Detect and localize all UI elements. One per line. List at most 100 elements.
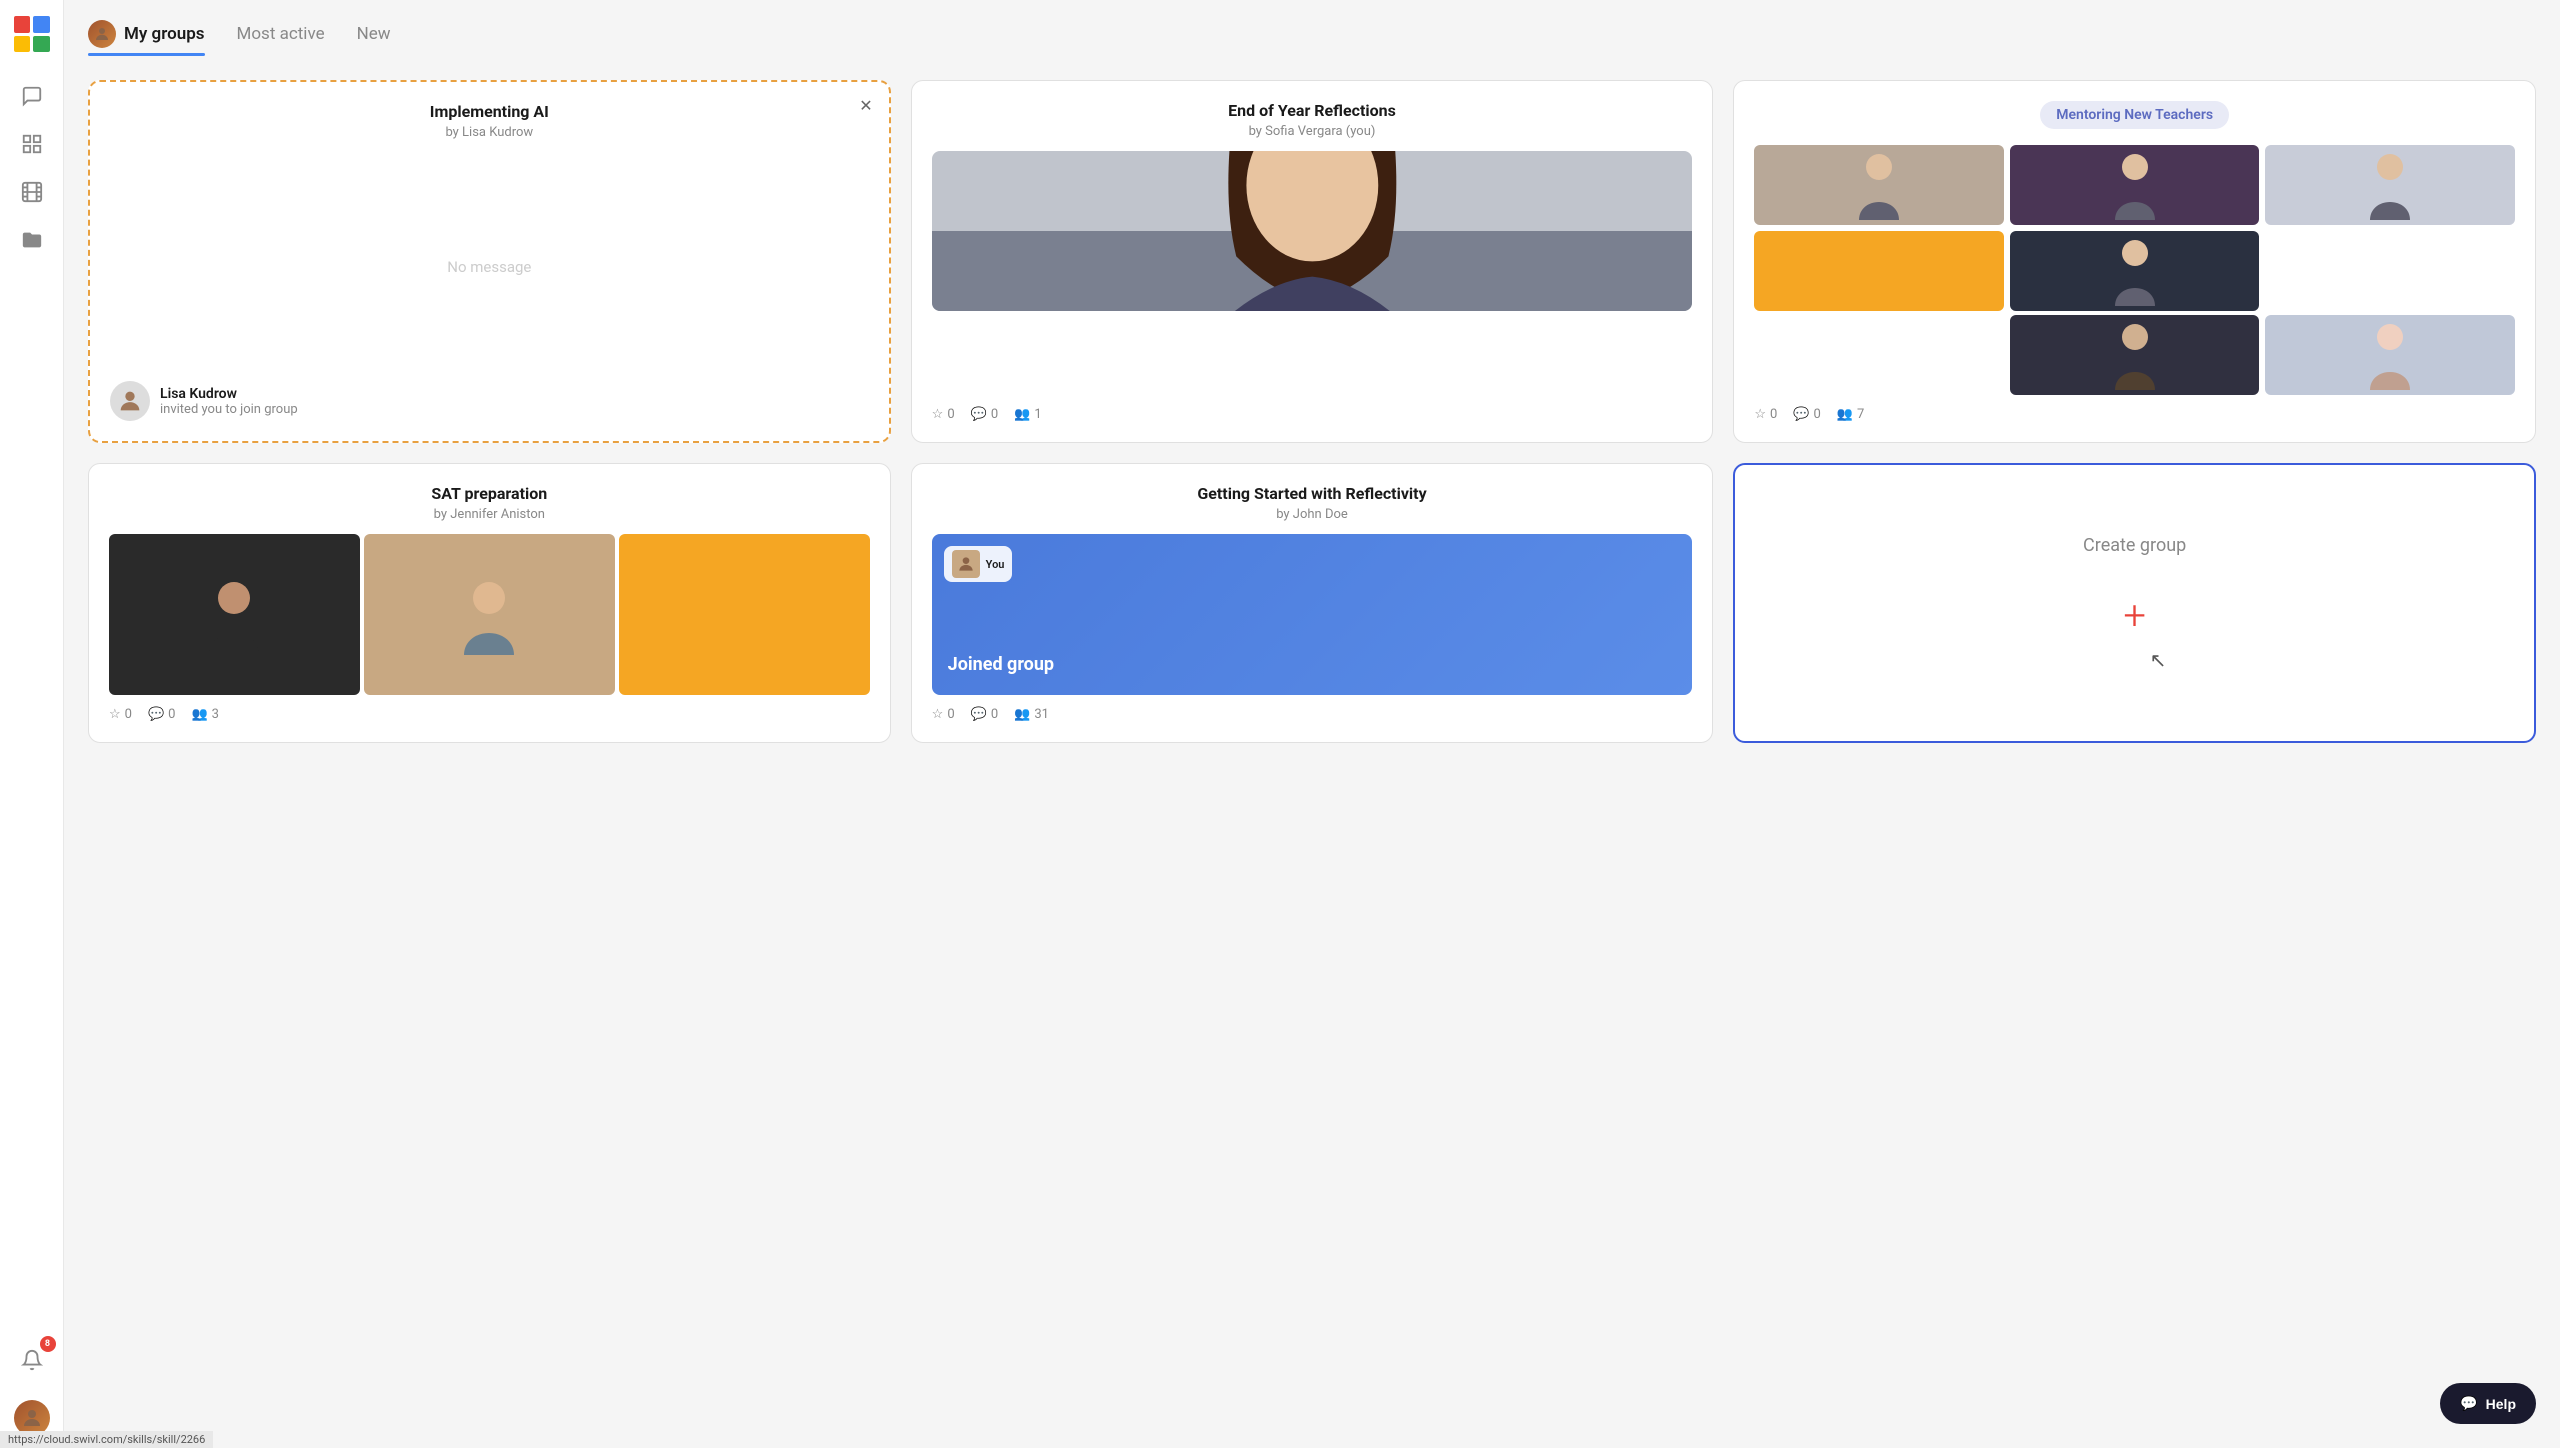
star-icon: ☆ (932, 707, 944, 722)
url-bar: https://cloud.swivl.com/skills/skill/226… (0, 1431, 213, 1448)
logo-red (14, 16, 31, 33)
group-card-end-of-year[interactable]: End of Year Reflections by Sofia Vergara… (911, 80, 1714, 443)
collage-woman (364, 534, 615, 695)
comment-icon: 💬 (148, 707, 164, 722)
stat-members: 👥 31 (1014, 707, 1049, 722)
stat-comments: 💬 0 (148, 707, 176, 722)
stat-stars: ☆ 0 (932, 407, 955, 422)
chat-icon[interactable] (12, 76, 52, 116)
stat-stars: ☆ 0 (932, 707, 955, 722)
plus-icon: + (2123, 596, 2146, 636)
member-thumb-2 (2265, 145, 2515, 225)
mentoring-badge: Mentoring New Teachers (2040, 101, 2229, 129)
you-thumb (952, 550, 980, 578)
close-button[interactable]: ✕ (859, 98, 872, 114)
card-stats: ☆ 0 💬 0 👥 1 (932, 407, 1693, 422)
card-stats: ☆ 0 💬 0 👥 3 (109, 707, 870, 722)
card-subtitle: by John Doe (932, 507, 1693, 522)
card-title: End of Year Reflections (932, 101, 1693, 120)
footer-user-info: Lisa Kudrow invited you to join group (160, 386, 298, 417)
group-card-sat[interactable]: SAT preparation by Jennifer Aniston (88, 463, 891, 743)
logo-yellow (14, 36, 31, 53)
no-message-text: No message (110, 152, 869, 381)
logo-green (33, 36, 50, 53)
help-label: Help (2486, 1396, 2516, 1412)
footer-avatar (110, 381, 150, 421)
notification-wrapper[interactable]: 8 (12, 1340, 52, 1388)
stat-comments: 💬 0 (1793, 407, 1821, 422)
group-card-create[interactable]: Create group + ↖ (1733, 463, 2536, 743)
create-group-title: Create group (2083, 535, 2186, 556)
help-button[interactable]: 💬 Help (2440, 1383, 2536, 1424)
group-card-mentoring[interactable]: Mentoring New Teachers ☆ 0 💬 0 👥 7 (1733, 80, 2536, 443)
footer-user-name: Lisa Kudrow (160, 386, 298, 402)
comment-icon: 💬 (971, 707, 987, 722)
card-footer: Lisa Kudrow invited you to join group (110, 381, 869, 421)
member-thumb-4 (2010, 231, 2260, 311)
member-thumb-0 (1754, 145, 2004, 225)
create-group-icon-area: + (2123, 596, 2146, 636)
members-icon: 👥 (1837, 407, 1853, 422)
stat-stars: ☆ 0 (1754, 407, 1777, 422)
tab-my-groups[interactable]: My groups (88, 20, 205, 56)
member-thumb-1 (2010, 145, 2260, 225)
url-text: https://cloud.swivl.com/skills/skill/226… (8, 1433, 205, 1446)
card-stats: ☆ 0 💬 0 👥 7 (1754, 407, 2515, 422)
star-count: 0 (947, 407, 954, 422)
comment-icon: 💬 (1793, 407, 1809, 422)
card-subtitle: by Sofia Vergara (you) (932, 124, 1693, 139)
tab-my-groups-label: My groups (124, 24, 205, 44)
film-icon[interactable] (12, 172, 52, 212)
card-subtitle: by Lisa Kudrow (110, 125, 869, 140)
stat-comments: 💬 0 (971, 707, 999, 722)
comment-icon: 💬 (971, 407, 987, 422)
comment-count: 0 (991, 707, 998, 722)
footer-user-action: invited you to join group (160, 402, 298, 417)
member-count: 31 (1034, 707, 1049, 722)
card-title: Getting Started with Reflectivity (932, 484, 1693, 503)
stat-members: 👥 7 (1837, 407, 1865, 422)
sidebar-bottom: 8 (12, 1340, 52, 1436)
card-title: Implementing AI (110, 102, 869, 121)
stat-comments: 💬 0 (971, 407, 999, 422)
notification-badge: 8 (40, 1336, 56, 1352)
stat-members: 👥 3 (191, 707, 219, 722)
tab-new[interactable]: New (357, 24, 391, 52)
you-label: You (986, 558, 1005, 571)
group-card-implementing-ai[interactable]: ✕ Implementing AI by Lisa Kudrow No mess… (88, 80, 891, 443)
card-title: SAT preparation (109, 484, 870, 503)
joined-banner: You Joined group (932, 534, 1693, 695)
tab-avatar (88, 20, 116, 48)
tab-most-active-label: Most active (237, 24, 325, 44)
members-icon: 👥 (191, 707, 207, 722)
member-collage (109, 534, 870, 695)
dashboard-icon[interactable] (12, 124, 52, 164)
members-icon: 👥 (1014, 707, 1030, 722)
comment-count: 0 (991, 407, 998, 422)
app-logo[interactable] (10, 12, 54, 56)
comment-count: 0 (168, 707, 175, 722)
help-chat-icon: 💬 (2460, 1395, 2477, 1412)
member-count: 3 (212, 707, 219, 722)
joined-text: Joined group (948, 654, 1054, 675)
group-card-getting-started[interactable]: Getting Started with Reflectivity by Joh… (911, 463, 1714, 743)
member-grid (1754, 145, 2515, 311)
comment-count: 0 (1813, 407, 1820, 422)
member-count: 1 (1034, 407, 1041, 422)
card-stats: ☆ 0 💬 0 👥 31 (932, 707, 1693, 722)
main-content: My groups Most active New ✕ Implementing… (64, 0, 2560, 1448)
member-thumb-3 (1754, 231, 2004, 311)
member-thumb-6 (2265, 315, 2515, 395)
members-icon: 👥 (1014, 407, 1030, 422)
tab-most-active[interactable]: Most active (237, 24, 325, 52)
stat-members: 👥 1 (1014, 407, 1042, 422)
collage-orange (619, 534, 870, 695)
star-icon: ☆ (1754, 407, 1766, 422)
sidebar: 8 (0, 0, 64, 1448)
star-count: 0 (125, 707, 132, 722)
star-count: 0 (947, 707, 954, 722)
you-badge: You (944, 546, 1013, 582)
folder-icon[interactable] (12, 220, 52, 260)
card-portrait (932, 151, 1693, 311)
member-grid-row2 (1754, 315, 2515, 395)
